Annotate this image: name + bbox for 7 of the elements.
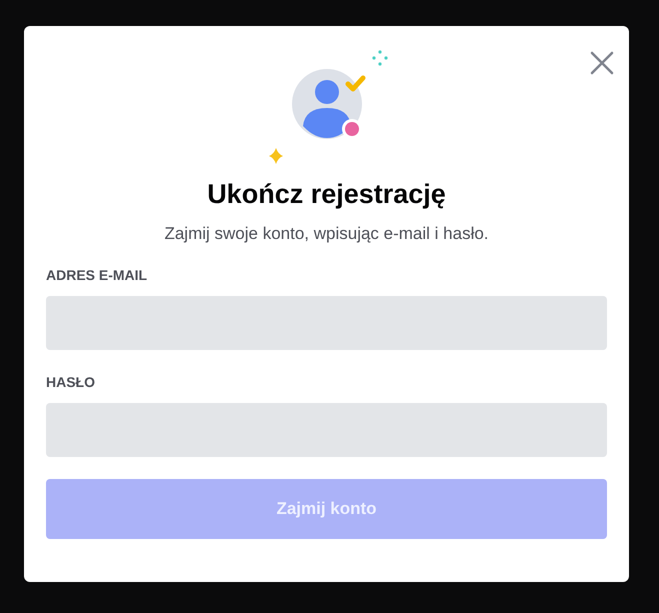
input-field[interactable]	[46, 402, 607, 456]
close-button[interactable]	[589, 50, 615, 76]
dialog-title: Ukończ rejestrację	[206, 178, 447, 211]
field-label: HASŁO	[46, 372, 96, 392]
dialog-subtitle: Zajmij swoje konto, wpisując e-mail i hasło.	[163, 223, 490, 245]
input-field[interactable]	[46, 296, 607, 350]
field-label: ADRES E-MAIL	[46, 266, 148, 284]
